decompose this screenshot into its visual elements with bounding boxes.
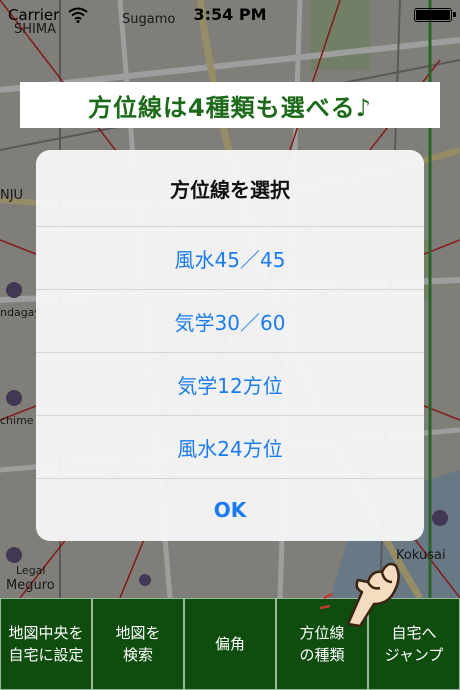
search-map-button[interactable]: 地図を 検索 [92, 598, 184, 690]
declination-button[interactable]: 偏角 [184, 598, 276, 690]
option-fusui-24[interactable]: 風水24方位 [36, 415, 424, 478]
bearing-line-select-dialog: 方位線を選択 風水45／45 気学30／60 気学12方位 風水24方位 OK [36, 150, 424, 541]
battery-icon [414, 8, 456, 22]
promo-banner: 方位線は4種類も選べる♪ [20, 82, 440, 128]
pointing-hand-icon [319, 562, 400, 628]
promo-banner-text: 方位線は4種類も選べる♪ [87, 93, 372, 122]
status-bar: Carrier 3:54 PM [0, 0, 460, 30]
status-time: 3:54 PM [193, 5, 267, 24]
set-home-to-map-center-button[interactable]: 地図中央を 自宅に設定 [0, 598, 92, 690]
ok-button[interactable]: OK [36, 478, 424, 541]
option-kigaku-30-60[interactable]: 気学30／60 [36, 289, 424, 352]
dialog-title: 方位線を選択 [170, 177, 290, 202]
option-fusui-45-45[interactable]: 風水45／45 [36, 226, 424, 289]
option-kigaku-12[interactable]: 気学12方位 [36, 352, 424, 415]
